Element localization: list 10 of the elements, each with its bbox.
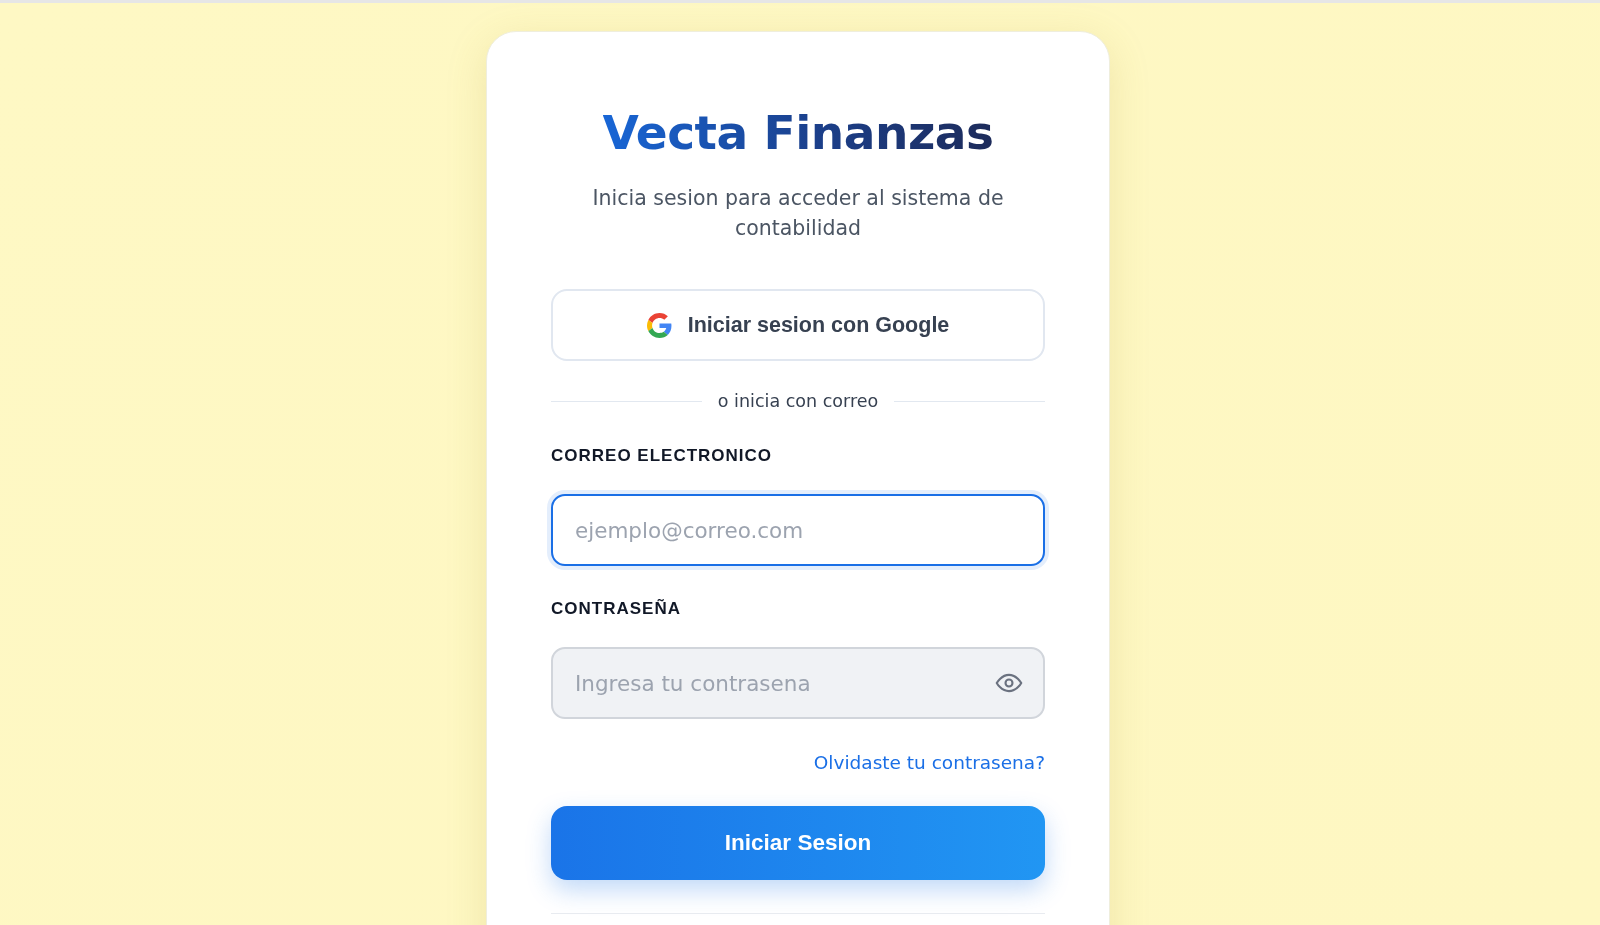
- divider-text: o inicia con correo: [717, 390, 879, 413]
- password-field[interactable]: Ingresa tu contrasena: [551, 647, 1045, 719]
- subtitle: Inicia sesion para acceder al sistema de contabilidad: [591, 185, 1005, 242]
- forgot-password-link[interactable]: Olvidaste tu contrasena?: [813, 753, 1045, 773]
- field-label: CONTRASEÑA: [551, 599, 681, 619]
- google-g-icon: [646, 312, 672, 338]
- field-label: CORREO ELECTRONICO: [551, 446, 773, 466]
- sign-in-button[interactable]: Iniciar Sesion: [551, 806, 1045, 880]
- google-sign-in-button[interactable]: Iniciar sesion con Google: [551, 289, 1045, 361]
- email-field[interactable]: ejemplo@correo.com: [551, 494, 1045, 566]
